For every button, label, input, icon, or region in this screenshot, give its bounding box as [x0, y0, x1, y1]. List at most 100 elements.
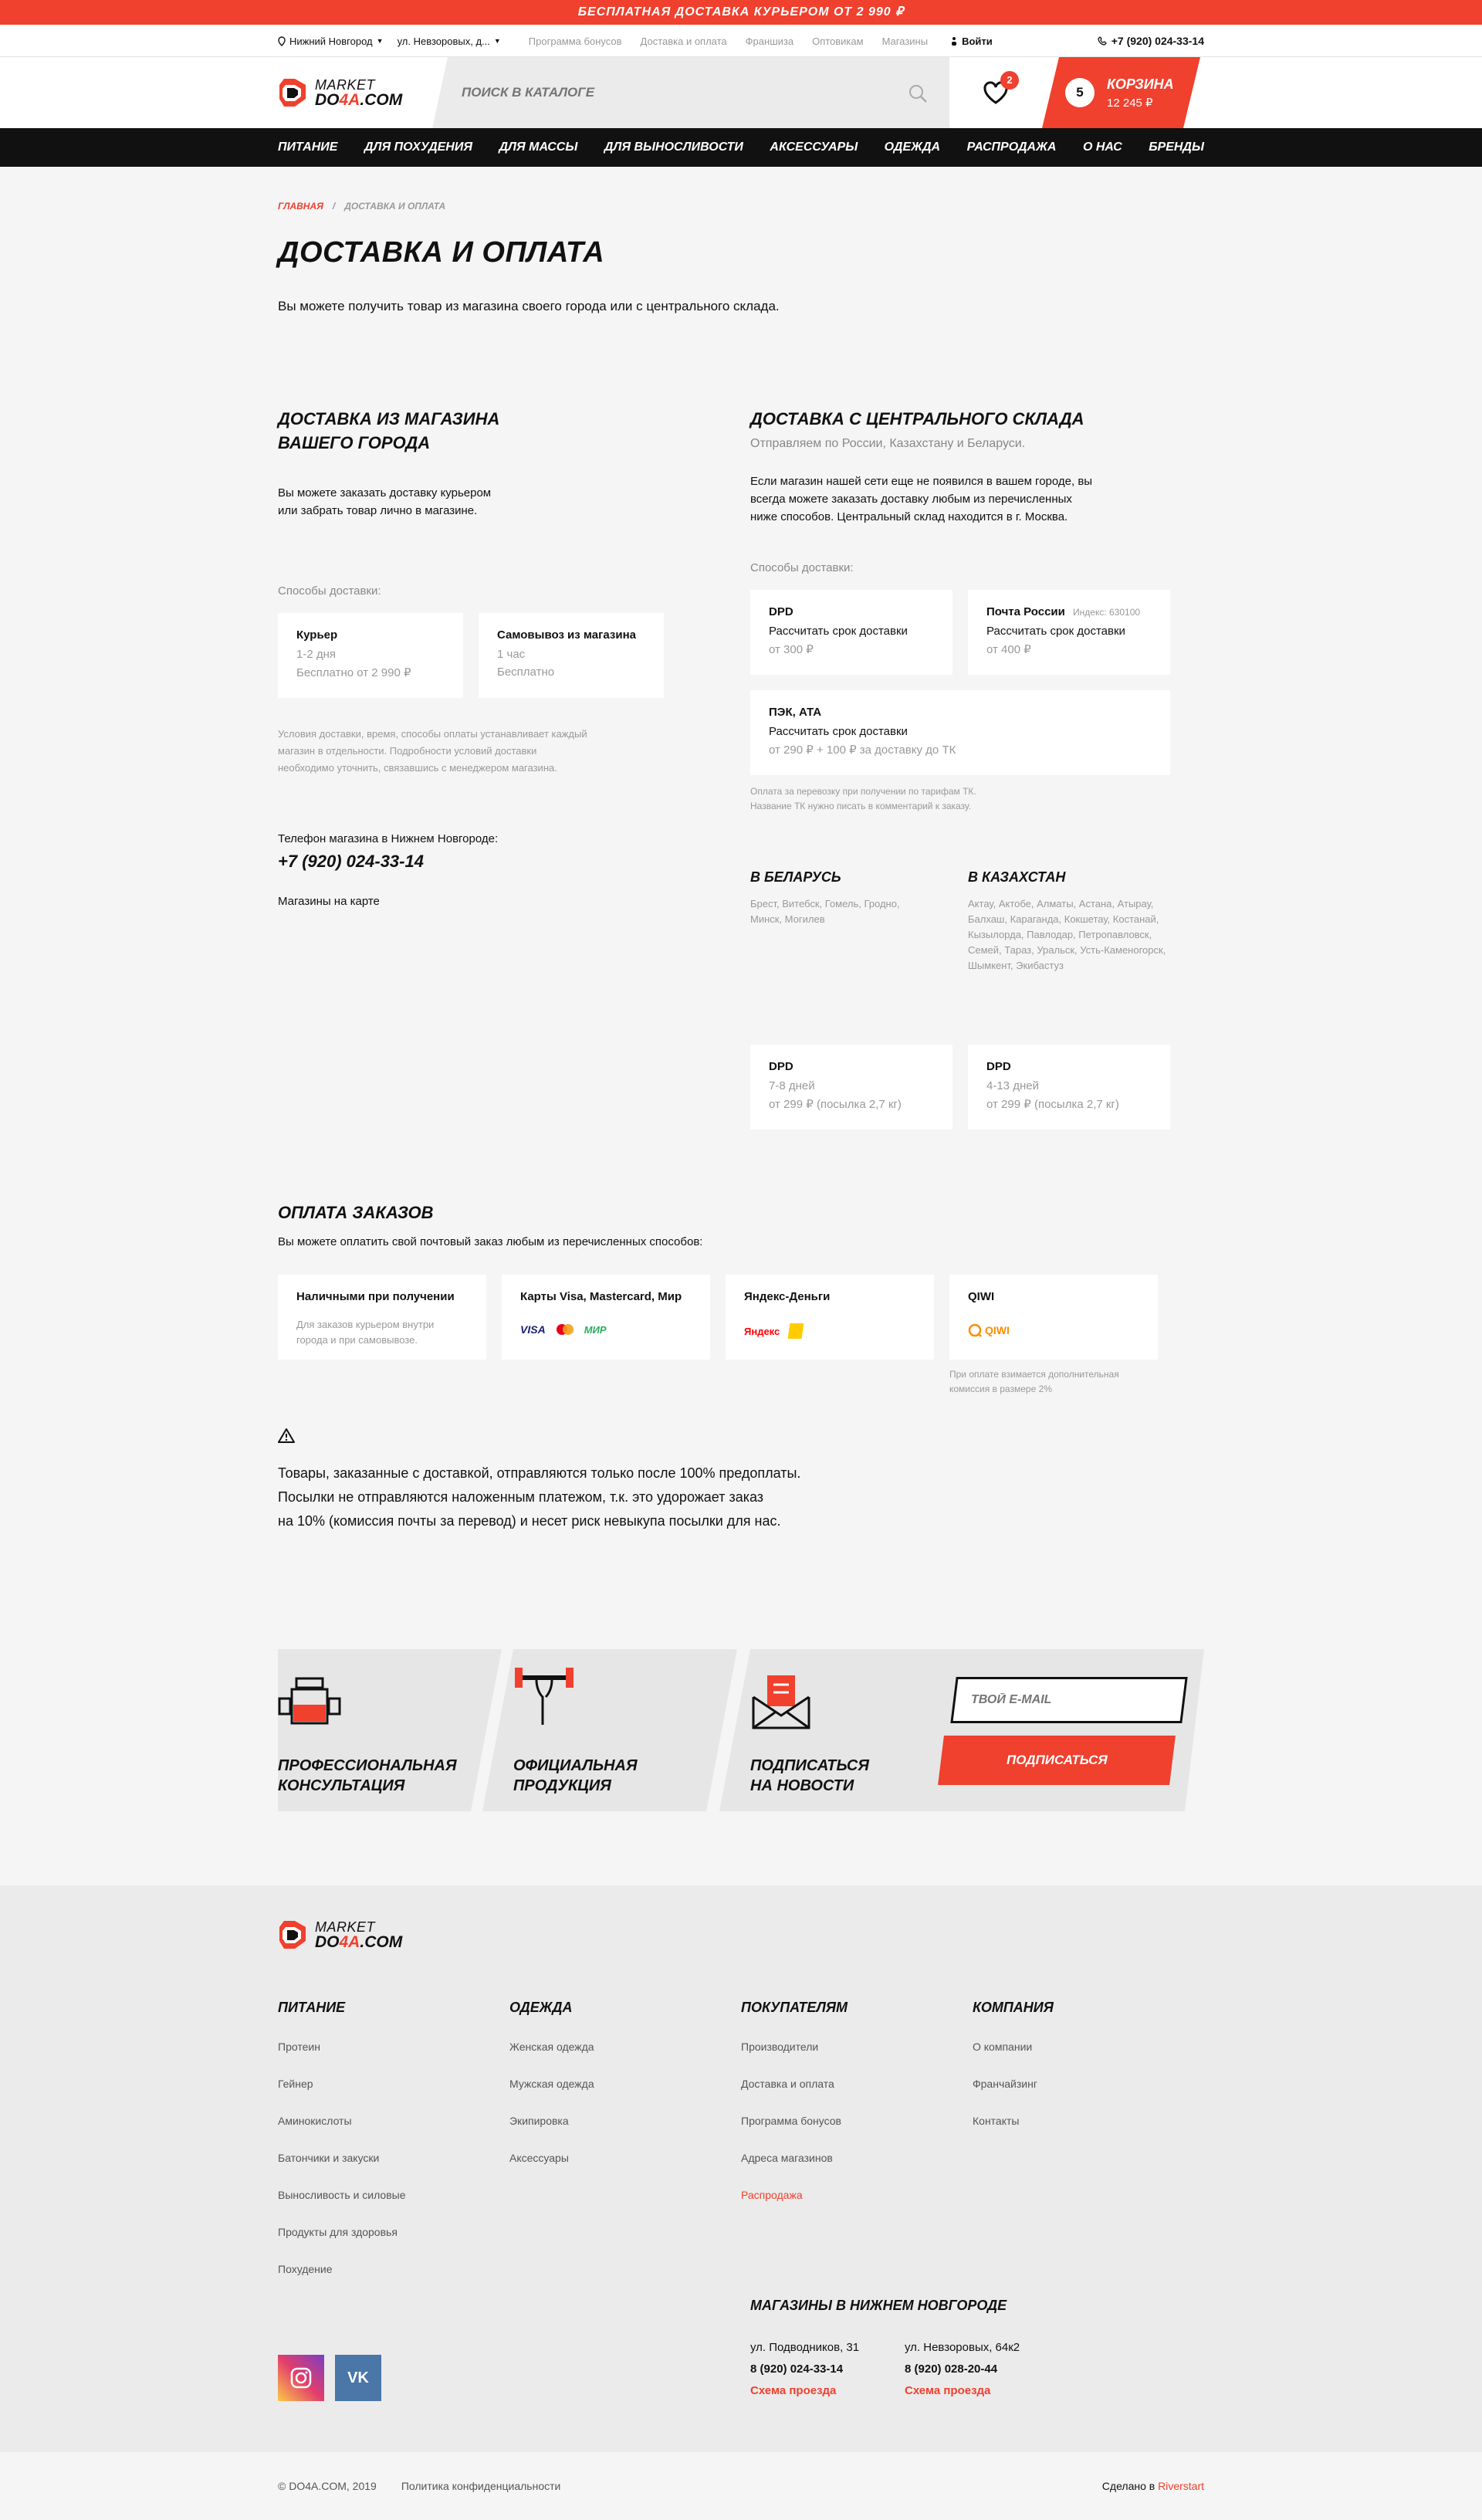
card-title: Наличными при получении [296, 1290, 455, 1303]
footer-link[interactable]: Программа бонусов [741, 2115, 973, 2127]
nav-item-sale[interactable]: РАСПРОДАЖА [967, 141, 1057, 154]
nav-item-clothing[interactable]: ОДЕЖДА [885, 141, 940, 154]
delivery-card-russian-post[interactable]: Почта России Индекс: 630100 Рассчитать с… [968, 590, 1170, 675]
logo[interactable]: MARKET DO4A.COM [278, 76, 432, 110]
breadcrumb: ГЛАВНАЯ / ДОСТАВКА И ОПЛАТА [278, 201, 1204, 212]
email-field[interactable] [971, 1693, 1156, 1707]
nav-item-mass[interactable]: ДЛЯ МАССЫ [499, 141, 578, 154]
link-bonus[interactable]: Программа бонусов [529, 36, 622, 47]
footer-link[interactable]: Продукты для здоровья [278, 2226, 509, 2238]
card-title: ПЭК, АТА [769, 706, 822, 719]
logo-text-main: DO4A.COM [315, 1932, 403, 1951]
subscribe-button[interactable]: ПОДПИСАТЬСЯ [938, 1736, 1176, 1785]
footer-link[interactable]: Доставка и оплата [741, 2078, 973, 2090]
store-phone[interactable]: 8 (920) 028-20-44 [905, 2359, 1059, 2380]
vk-icon[interactable]: VK [335, 2355, 381, 2401]
footer-link[interactable]: Контакты [973, 2115, 1204, 2127]
footer-col-customers: ПОКУПАТЕЛЯМ Производители Доставка и опл… [741, 2000, 973, 2275]
delivery-card-pickup: Самовывоз из магазина 1 час Бесплатно [479, 613, 664, 698]
store-phone[interactable]: +7 (920) 024-33-14 [278, 852, 750, 872]
card-title: Курьер [296, 628, 338, 642]
footer-link[interactable]: Аминокислоты [278, 2115, 509, 2127]
made-by-link[interactable]: Riverstart [1158, 2480, 1204, 2492]
qiwi-icon [968, 1323, 982, 1337]
features-strip: ПРОФЕССИОНАЛЬНАЯ КОНСУЛЬТАЦИЯ ОФИЦИАЛЬНАЯ… [278, 1649, 1204, 1819]
yandex-wallet-icon [787, 1323, 804, 1339]
store-route-link[interactable]: Схема проезда [905, 2380, 1059, 2402]
footer-link[interactable]: Адреса магазинов [741, 2152, 973, 2164]
footer-link[interactable]: Экипировка [509, 2115, 741, 2127]
link-franchise[interactable]: Франшиза [746, 36, 793, 47]
footer-link[interactable]: Производители [741, 2041, 973, 2053]
calc-delivery-link[interactable]: Рассчитать срок доставки [769, 625, 934, 638]
link-wholesale[interactable]: Оптовикам [812, 36, 864, 47]
region-title: В БЕЛАРУСЬ [750, 869, 841, 885]
login-button[interactable]: Войти [951, 36, 993, 47]
breadcrumb-home[interactable]: ГЛАВНАЯ [278, 201, 323, 212]
footer-link[interactable]: Гейнер [278, 2078, 509, 2090]
site-footer: MARKET DO4A.COM ПИТАНИЕ Протеин Гейнер А… [0, 1885, 1482, 2452]
cart-button[interactable]: 5 КОРЗИНА 12 245 ₽ [1042, 57, 1200, 128]
footer-col-title: ОДЕЖДА [509, 2000, 573, 2015]
card-price: Бесплатно от 2 990 ₽ [296, 666, 411, 679]
privacy-link[interactable]: Политика конфиденциальности [401, 2480, 561, 2492]
footer-link-sale[interactable]: Распродажа [741, 2189, 973, 2201]
nav-item-weight-loss[interactable]: ДЛЯ ПОХУДЕНИЯ [364, 141, 472, 154]
central-delivery-title: ДОСТАВКА С ЦЕНТРАЛЬНОГО СКЛАДА [750, 409, 1084, 428]
nav-item-about[interactable]: О НАС [1083, 141, 1122, 154]
store-phone[interactable]: 8 (920) 024-33-14 [750, 2359, 905, 2380]
delivery-card-dpd[interactable]: DPD Рассчитать срок доставки от 300 ₽ [750, 590, 952, 675]
card-title: Почта России Индекс: 630100 [986, 605, 1141, 618]
local-methods-label: Способы доставки: [278, 584, 381, 598]
subscribe-button-label: ПОДПИСАТЬСЯ [1006, 1753, 1108, 1767]
nav-item-nutrition[interactable]: ПИТАНИЕ [278, 141, 337, 154]
footer-link[interactable]: Выносливость и силовые [278, 2189, 509, 2201]
footer-link[interactable]: Женская одежда [509, 2041, 741, 2053]
qiwi-note: При оплате взимается дополнительная комис… [949, 1369, 1119, 1394]
link-delivery[interactable]: Доставка и оплата [641, 36, 727, 47]
link-stores[interactable]: Магазины [882, 36, 929, 47]
region-cities: Актау, Актобе, Алматы, Астана, Атырау, Ба… [968, 898, 1166, 971]
nav-item-accessories[interactable]: АКСЕССУАРЫ [770, 141, 858, 154]
footer-logo[interactable]: MARKET DO4A.COM [278, 1885, 432, 1952]
store-address: ул. Подводников, 31 [750, 2341, 860, 2354]
card-title: Карты Visa, Mastercard, Мир [520, 1290, 682, 1303]
page-title: ДОСТАВКА И ОПЛАТА [278, 236, 605, 269]
main-nav: ПИТАНИЕ ДЛЯ ПОХУДЕНИЯ ДЛЯ МАССЫ ДЛЯ ВЫНО… [0, 128, 1482, 167]
search-input[interactable] [462, 85, 894, 100]
stores-map-link[interactable]: Магазины на карте [278, 895, 750, 908]
region-title: В КАЗАХСТАН [968, 869, 1066, 885]
footer-link[interactable]: Похудение [278, 2263, 509, 2275]
footer-link[interactable]: О компании [973, 2041, 1204, 2053]
nav-item-brands[interactable]: БРЕНДЫ [1149, 141, 1204, 154]
user-icon [952, 36, 957, 46]
calc-delivery-link[interactable]: Рассчитать срок доставки [769, 725, 1152, 738]
shaker-icon [278, 1674, 347, 1728]
region-belarus: В БЕЛАРУСЬ Брест, Витебск, Гомель, Гродн… [750, 869, 968, 974]
delivery-card-pek[interactable]: ПЭК, АТА Рассчитать срок доставки от 290… [750, 690, 1170, 775]
pek-note: Оплата за перевозку при получении по тар… [750, 786, 976, 811]
footer-link[interactable]: Аксессуары [509, 2152, 741, 2164]
footer-col-title: КОМПАНИЯ [973, 2000, 1054, 2015]
instagram-icon[interactable] [278, 2355, 324, 2401]
store-route-link[interactable]: Схема проезда [750, 2380, 905, 2402]
search-icon[interactable] [908, 83, 928, 103]
footer-link[interactable]: Франчайзинг [973, 2078, 1204, 2090]
city-selector[interactable]: Нижний Новгород ▼ [278, 36, 384, 47]
header-phone[interactable]: +7 (920) 024-33-14 [1098, 35, 1204, 47]
calc-delivery-link[interactable]: Рассчитать срок доставки [986, 625, 1152, 638]
card-time: 1 час [497, 648, 526, 661]
card-time: 1-2 дня [296, 648, 337, 661]
nav-item-endurance[interactable]: ДЛЯ ВЫНОСЛИВОСТИ [604, 141, 743, 154]
footer-link[interactable]: Протеин [278, 2041, 509, 2053]
header-phone-number: +7 (920) 024-33-14 [1111, 35, 1204, 47]
login-label: Войти [962, 35, 993, 47]
footer-link[interactable]: Батончики и закуски [278, 2152, 509, 2164]
main-content: ГЛАВНАЯ / ДОСТАВКА И ОПЛАТА ДОСТАВКА И О… [278, 201, 1204, 1819]
favorites-button[interactable]: 2 [949, 57, 1042, 128]
footer-link[interactable]: Мужская одежда [509, 2078, 741, 2090]
page-intro: Вы можете получить товар из магазина сво… [278, 299, 780, 313]
address-selector[interactable]: ул. Невзоровых, д... ▼ [398, 36, 501, 47]
cart-count: 5 [1065, 78, 1095, 107]
card-price: от 299 ₽ (посылка 2,7 кг) [986, 1098, 1119, 1111]
